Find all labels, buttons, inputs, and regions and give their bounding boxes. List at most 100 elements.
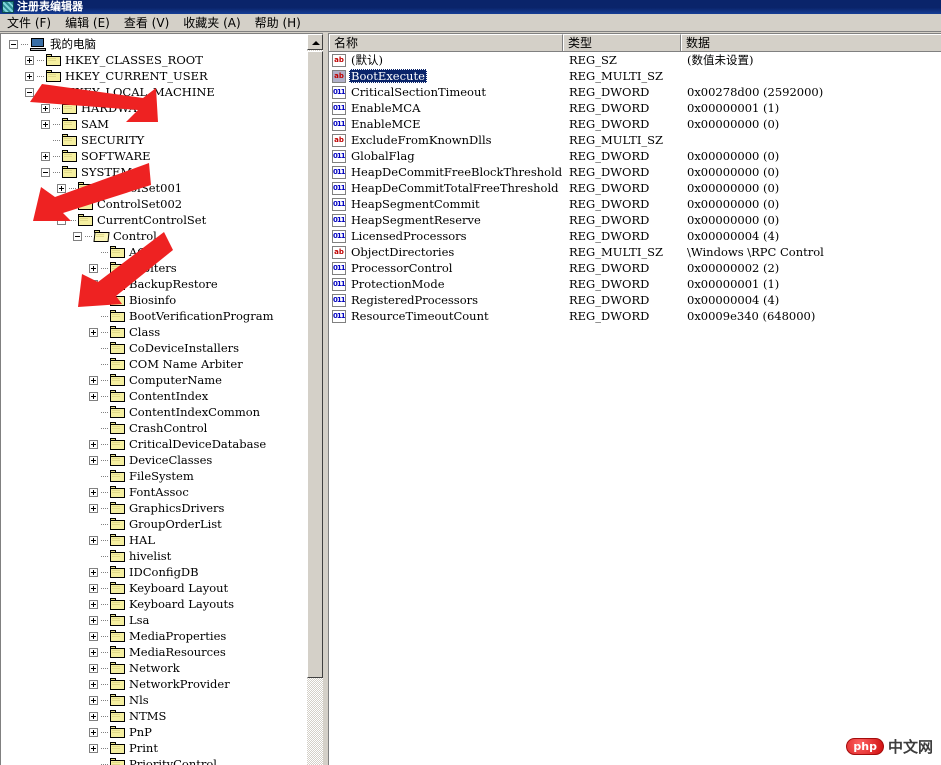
tree-node-fontassoc[interactable]: FontAssoc	[1, 484, 307, 500]
tree-node-idconfigdb[interactable]: IDConfigDB	[1, 564, 307, 580]
tree-node-controlset001[interactable]: ControlSet001	[1, 180, 307, 196]
value-row[interactable]: ab BootExecute REG_MULTI_SZ	[329, 68, 941, 84]
expand-plus-icon[interactable]	[89, 487, 98, 497]
value-row[interactable]: ab (默认) REG_SZ (数值未设置)	[329, 52, 941, 68]
tree-node-currentcontrolset[interactable]: CurrentControlSet	[1, 212, 307, 228]
expand-plus-icon[interactable]	[89, 535, 98, 545]
tree-node-system[interactable]: SYSTEM	[1, 164, 307, 180]
value-row[interactable]: 0110 LicensedProcessors REG_DWORD 0x0000000…	[329, 228, 941, 244]
tree-node-controlset002[interactable]: ControlSet002	[1, 196, 307, 212]
expand-plus-icon[interactable]	[41, 151, 50, 161]
tree-node-print[interactable]: Print	[1, 740, 307, 756]
expand-plus-icon[interactable]	[89, 647, 98, 657]
tree-node-networkprovider[interactable]: NetworkProvider	[1, 676, 307, 692]
menu-item-0[interactable]: 文件 (F)	[0, 15, 58, 31]
expand-plus-icon[interactable]	[41, 119, 50, 129]
tree-node-software[interactable]: SOFTWARE	[1, 148, 307, 164]
tree-node-biosinfo[interactable]: Biosinfo	[1, 292, 307, 308]
column-header-type[interactable]: 类型	[563, 34, 681, 51]
value-row[interactable]: ab ObjectDirectories REG_MULTI_SZ \Windows …	[329, 244, 941, 260]
expand-plus-icon[interactable]	[89, 583, 98, 593]
expand-plus-icon[interactable]	[89, 455, 98, 465]
expand-plus-icon[interactable]	[89, 695, 98, 705]
tree-node-ntms[interactable]: NTMS	[1, 708, 307, 724]
expand-plus-icon[interactable]	[89, 503, 98, 513]
expand-plus-icon[interactable]	[89, 711, 98, 721]
tree-node-grouporderlist[interactable]: GroupOrderList	[1, 516, 307, 532]
tree-node-hardware[interactable]: HARDWARE	[1, 100, 307, 116]
expand-plus-icon[interactable]	[89, 631, 98, 641]
tree-node-nls[interactable]: Nls	[1, 692, 307, 708]
tree-node-graphicsdrivers[interactable]: GraphicsDrivers	[1, 500, 307, 516]
expand-plus-icon[interactable]	[89, 599, 98, 609]
tree-node-control[interactable]: Control	[1, 228, 307, 244]
expand-plus-icon[interactable]	[89, 679, 98, 689]
tree-node-filesystem[interactable]: FileSystem	[1, 468, 307, 484]
expand-plus-icon[interactable]	[89, 663, 98, 673]
tree-node-com-name-arbiter[interactable]: COM Name Arbiter	[1, 356, 307, 372]
tree-node-keyboard-layout[interactable]: Keyboard Layout	[1, 580, 307, 596]
tree-node-network[interactable]: Network	[1, 660, 307, 676]
tree-node-class[interactable]: Class	[1, 324, 307, 340]
value-row[interactable]: 0110 CriticalSectionTimeout REG_DWORD 0x002…	[329, 84, 941, 100]
value-row[interactable]: 0110 HeapSegmentCommit REG_DWORD 0x00000000…	[329, 196, 941, 212]
tree-node-sam[interactable]: SAM	[1, 116, 307, 132]
column-header-data[interactable]: 数据	[681, 34, 941, 51]
expand-plus-icon[interactable]	[89, 727, 98, 737]
expand-plus-icon[interactable]	[89, 615, 98, 625]
tree-node-codeviceinstallers[interactable]: CoDeviceInstallers	[1, 340, 307, 356]
expand-plus-icon[interactable]	[89, 439, 98, 449]
value-row[interactable]: 0110 ResourceTimeoutCount REG_DWORD 0x0009e…	[329, 308, 941, 324]
tree-node-contentindexcommon[interactable]: ContentIndexCommon	[1, 404, 307, 420]
registry-values-pane[interactable]: 名称 类型 数据 ab (默认) REG_SZ (数值未设置) ab BootExecute R…	[328, 33, 941, 765]
expand-plus-icon[interactable]	[89, 391, 98, 401]
expand-plus-icon[interactable]	[57, 199, 66, 209]
menu-item-4[interactable]: 帮助 (H)	[248, 15, 308, 31]
expand-plus-icon[interactable]	[89, 263, 98, 273]
tree-node-pnp[interactable]: PnP	[1, 724, 307, 740]
expand-plus-icon[interactable]	[89, 375, 98, 385]
menu-item-3[interactable]: 收藏夹 (A)	[176, 15, 247, 31]
collapse-minus-icon[interactable]	[41, 167, 50, 177]
column-header-name[interactable]: 名称	[329, 34, 563, 51]
value-row[interactable]: 0110 HeapDeCommitTotalFreeThreshold REG_DW…	[329, 180, 941, 196]
tree-node-criticaldevicedatabase[interactable]: CriticalDeviceDatabase	[1, 436, 307, 452]
tree-node-prioritycontrol[interactable]: PriorityControl	[1, 756, 307, 765]
expand-plus-icon[interactable]	[25, 55, 34, 65]
tree-node-lsa[interactable]: Lsa	[1, 612, 307, 628]
value-row[interactable]: 0110 RegisteredProcessors REG_DWORD 0x00000…	[329, 292, 941, 308]
expand-plus-icon[interactable]	[57, 183, 66, 193]
tree-node--[interactable]: 我的电脑	[1, 36, 307, 52]
tree-node-hkey-local-machine[interactable]: HKEY_LOCAL_MACHINE	[1, 84, 307, 100]
tree-vertical-scrollbar[interactable]	[307, 33, 323, 765]
value-row[interactable]: 0110 ProcessorControl REG_DWORD 0x00000002 …	[329, 260, 941, 276]
tree-node-hivelist[interactable]: hivelist	[1, 548, 307, 564]
tree-node-mediaproperties[interactable]: MediaProperties	[1, 628, 307, 644]
expand-plus-icon[interactable]	[89, 567, 98, 577]
value-row[interactable]: 0110 GlobalFlag REG_DWORD 0x00000000 (0)	[329, 148, 941, 164]
menu-item-1[interactable]: 编辑 (E)	[58, 15, 117, 31]
collapse-minus-icon[interactable]	[9, 39, 18, 49]
tree-node-keyboard-layouts[interactable]: Keyboard Layouts	[1, 596, 307, 612]
expand-plus-icon[interactable]	[89, 279, 98, 289]
value-row[interactable]: 0110 EnableMCA REG_DWORD 0x00000001 (1)	[329, 100, 941, 116]
expand-plus-icon[interactable]	[89, 743, 98, 753]
tree-node-agp[interactable]: AGP	[1, 244, 307, 260]
expand-plus-icon[interactable]	[41, 103, 50, 113]
collapse-minus-icon[interactable]	[25, 87, 34, 97]
tree-node-deviceclasses[interactable]: DeviceClasses	[1, 452, 307, 468]
tree-node-mediaresources[interactable]: MediaResources	[1, 644, 307, 660]
collapse-minus-icon[interactable]	[57, 215, 66, 225]
tree-node-backuprestore[interactable]: BackupRestore	[1, 276, 307, 292]
registry-tree-pane[interactable]: 我的电脑 HKEY_CLASSES_ROOT HKEY_CURRENT_USER HK…	[0, 33, 307, 765]
tree-node-hal[interactable]: HAL	[1, 532, 307, 548]
value-row[interactable]: 0110 ProtectionMode REG_DWORD 0x00000001 (1…	[329, 276, 941, 292]
value-row[interactable]: 0110 HeapSegmentReserve REG_DWORD 0x0000000…	[329, 212, 941, 228]
tree-scrollbar-thumb[interactable]	[307, 51, 323, 678]
tree-node-computername[interactable]: ComputerName	[1, 372, 307, 388]
tree-node-security[interactable]: SECURITY	[1, 132, 307, 148]
tree-node-hkey-current-user[interactable]: HKEY_CURRENT_USER	[1, 68, 307, 84]
expand-plus-icon[interactable]	[25, 71, 34, 81]
menu-item-2[interactable]: 查看 (V)	[117, 15, 176, 31]
value-row[interactable]: 0110 HeapDeCommitFreeBlockThreshold REG_DW…	[329, 164, 941, 180]
